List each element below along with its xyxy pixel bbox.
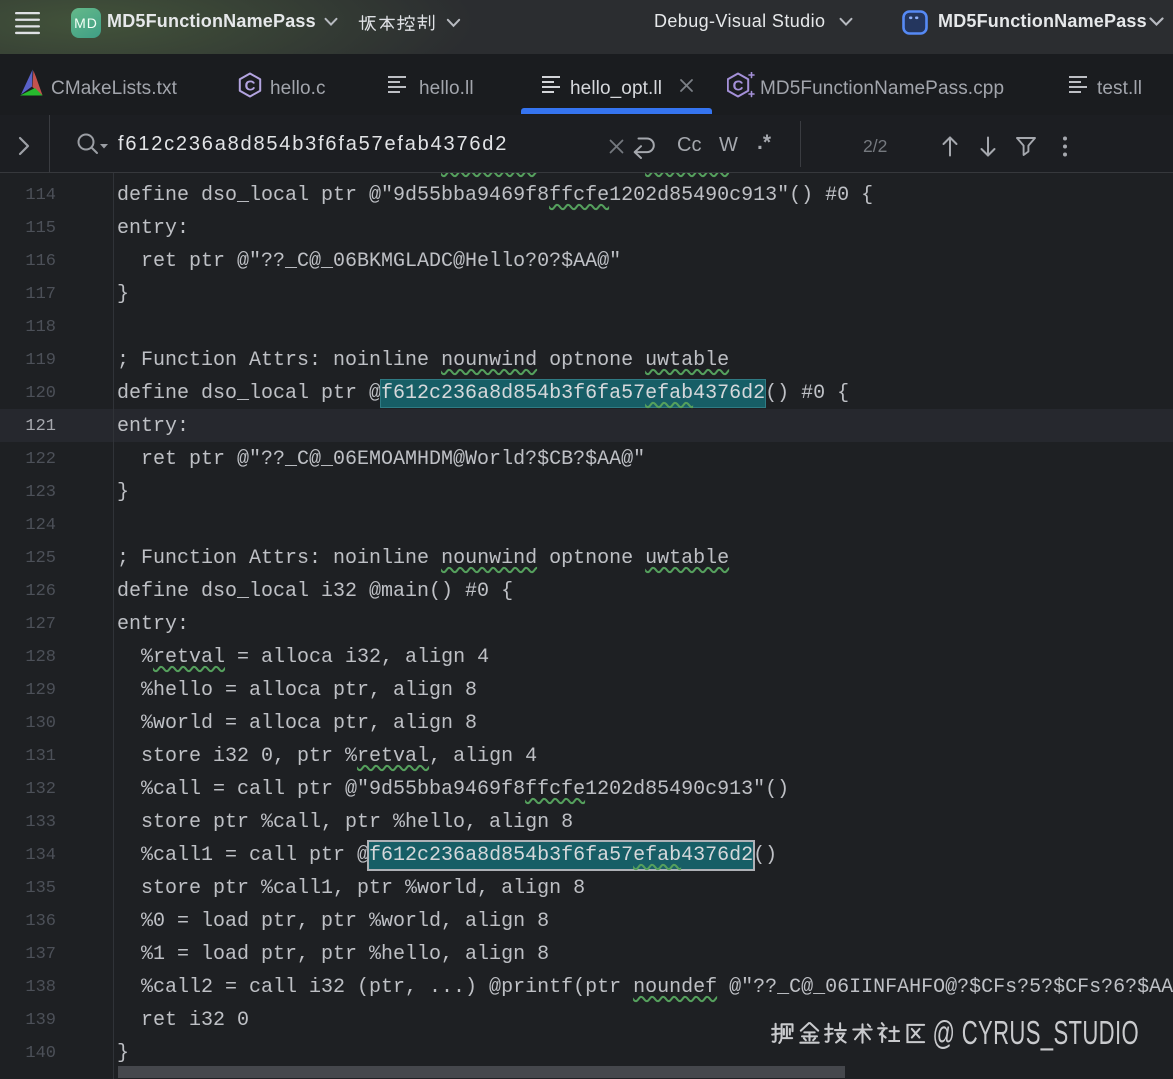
svg-text:C: C (733, 78, 744, 95)
svg-text:C: C (245, 78, 256, 95)
